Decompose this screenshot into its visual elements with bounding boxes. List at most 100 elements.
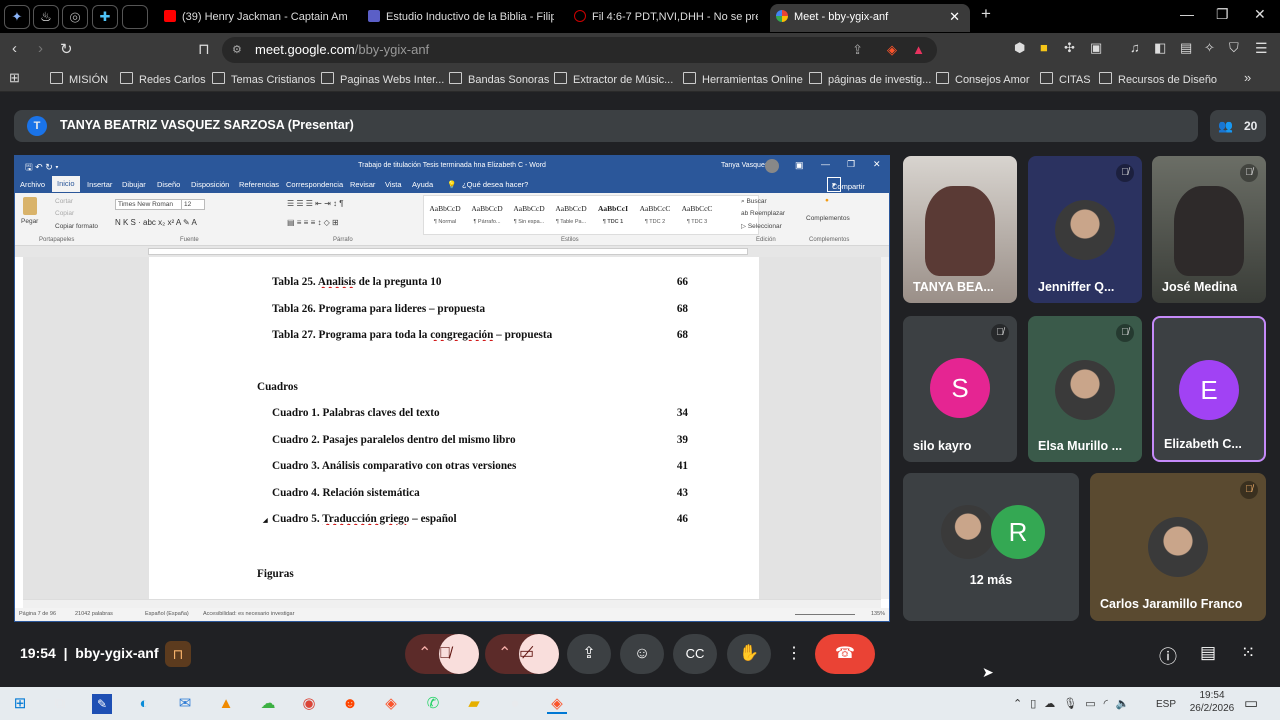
notifications-icon[interactable]: ▭ [1244, 694, 1258, 712]
reactions-button[interactable]: ☺ [620, 634, 664, 674]
participant-tile[interactable]: TANYA BEA... [903, 156, 1017, 303]
pinned-tab[interactable]: ✚ [92, 5, 118, 29]
pinned-tab[interactable]: ✦ [4, 5, 30, 29]
bookmark[interactable]: CITAS [1040, 72, 1091, 86]
close-icon[interactable]: ✕ [1254, 6, 1266, 23]
present-button[interactable]: ⇪ [567, 634, 611, 674]
participant-tile[interactable]: E Elizabeth C... [1152, 316, 1266, 462]
tell-me-input[interactable]: ¿Qué desea hacer? [462, 180, 528, 189]
bookmark[interactable]: Redes Carlos [120, 72, 206, 86]
task-view-icon[interactable]: ⧉ [50, 694, 70, 714]
participant-tile[interactable]: Jenniffer Q... 🎙̸ [1028, 156, 1142, 303]
cut-button[interactable]: Cortar [55, 198, 73, 205]
zoom-slider[interactable] [795, 614, 855, 615]
edge-icon[interactable]: ◐ [134, 694, 154, 714]
bookmark[interactable]: Recursos de Diseño [1099, 72, 1217, 86]
whatsapp-icon[interactable]: ✆ [423, 694, 443, 714]
accessibility-status[interactable]: Accesibilidad: es necesario investigar [203, 611, 294, 617]
toc-entry[interactable]: Cuadro 1. Palabras claves del texto 34 [272, 407, 688, 419]
brave-icon[interactable]: ◈ [381, 694, 401, 714]
tab[interactable]: Estudio Inductivo de la Biblia - Filiper [362, 4, 554, 32]
maximize-icon[interactable]: ❐ [847, 159, 855, 170]
menu-revisar[interactable]: Revisar [350, 180, 375, 189]
menu-diseno[interactable]: Diseño [157, 180, 180, 189]
vpn-icon[interactable]: ⛉ [1229, 40, 1239, 56]
toc-entry[interactable]: Cuadro 3. Análisis comparativo con otras… [272, 460, 688, 472]
collapse-icon[interactable]: ◢ [263, 517, 268, 524]
url-input[interactable]: ⚙ meet.google.com/bby-ygix-anf ⇪ ◈ ▲ [222, 37, 937, 63]
addins-button[interactable]: Complementos [806, 215, 850, 222]
menu-ayuda[interactable]: Ayuda [412, 180, 433, 189]
menu-archivo[interactable]: Archivo [20, 180, 45, 189]
bookmark[interactable]: Consejos Amor [936, 72, 1030, 86]
brave-icon[interactable]: ◈ [547, 694, 567, 714]
site-info-icon[interactable]: ⚙ [232, 37, 242, 63]
paste-icon[interactable] [23, 197, 37, 215]
bookmark[interactable]: Paginas Webs Inter... [321, 72, 444, 86]
activities-icon[interactable]: ⁙ [1241, 643, 1255, 663]
select-button[interactable]: ▷ Seleccionar [741, 222, 782, 230]
host-controls-icon[interactable]: ⊓ [165, 641, 191, 667]
ribbon-options-icon[interactable]: ▣ [795, 160, 804, 171]
style-item[interactable]: AaBbCcI ¶ TDC 1 [594, 204, 632, 225]
more-bookmarks-icon[interactable]: » [1244, 70, 1251, 85]
forward-icon[interactable]: › [38, 40, 43, 57]
close-tab-icon[interactable]: ✕ [949, 4, 960, 30]
pinned-tab[interactable]: ♨ [33, 5, 59, 29]
back-icon[interactable]: ‹ [12, 40, 17, 57]
horizontal-scrollbar[interactable] [23, 599, 881, 608]
menu-dibujar[interactable]: Dibujar [122, 180, 146, 189]
bookmark[interactable]: Herramientas Online [683, 72, 803, 86]
leo-icon[interactable]: ✧ [1204, 40, 1215, 56]
toc-entry[interactable]: Tabla 26. Programa para lideres – propue… [272, 302, 688, 315]
bookmark[interactable]: Bandas Sonoras [449, 72, 549, 86]
vlc-icon[interactable]: ▲ [216, 694, 236, 714]
menu-correspondencia[interactable]: Correspondencia [286, 180, 343, 189]
menu-inicio[interactable]: Inicio [52, 176, 80, 192]
system-tray-icons[interactable]: ⌃▯☁🎙▭◜🔈 [1013, 697, 1138, 710]
toc-entry[interactable]: Tabla 25. Analisis de la pregunta 10 66 [272, 276, 688, 288]
style-item[interactable]: AaBbCcD ¶ Párrafo... [468, 204, 506, 225]
toc-entry[interactable]: Cuadro 2. Pasajes paralelos dentro del m… [272, 433, 688, 446]
reload-icon[interactable]: ↻ [60, 40, 73, 58]
start-icon[interactable]: ⊞ [10, 694, 30, 714]
style-item[interactable]: AaBbCcD ¶ Table Pa... [552, 204, 590, 225]
more-options-button[interactable]: ⋮ [780, 634, 808, 674]
zoom-level[interactable]: 135% [871, 611, 885, 617]
outlook-icon[interactable]: ✉ [175, 694, 195, 714]
find-button[interactable]: ⌕ Buscar [741, 198, 767, 206]
tab[interactable]: (39) Henry Jackman - Captain Americ [158, 4, 348, 32]
style-item[interactable]: AaBbCcC ¶ TDC 3 [678, 204, 716, 225]
minimize-icon[interactable]: — [821, 159, 830, 169]
chrome-icon[interactable]: ◉ [299, 694, 319, 714]
language-indicator[interactable]: ESP [1156, 699, 1176, 710]
bookmark[interactable]: Extractor de Músic... [554, 72, 673, 86]
menu-icon[interactable]: ☰ [1255, 40, 1268, 57]
extension-icon[interactable]: ⬢ [1014, 40, 1025, 56]
new-tab-button[interactable]: + [981, 4, 991, 24]
leave-call-button[interactable]: ☎ [815, 634, 875, 674]
info-icon[interactable]: ⓘ [1159, 643, 1177, 669]
bookmark[interactable]: Temas Cristianos [212, 72, 315, 86]
style-normal[interactable]: AaBbCcD ¶ Normal [426, 204, 464, 225]
participant-tile[interactable]: Carlos Jaramillo Franco 🎙̸ [1090, 473, 1266, 621]
participant-tile[interactable]: R 12 más [903, 473, 1079, 621]
camera-button[interactable]: ⌃ ▭̸ [485, 634, 559, 674]
brave-rewards-icon[interactable]: ▲ [912, 37, 925, 63]
wallet-icon[interactable]: ▤ [1180, 40, 1192, 56]
sidebar-icon[interactable]: ◧ [1154, 40, 1166, 56]
language[interactable]: Español (España) [145, 611, 189, 617]
media-icon[interactable]: ♫ [1130, 40, 1140, 55]
align-buttons[interactable]: ▤ ≡ ≡ ≡ ↕ ◇ ⊞ [287, 218, 339, 227]
share-button[interactable]: Compartir ▾ [827, 177, 865, 192]
list-buttons[interactable]: ☰ ☰ ☰ ⇤ ⇥ ↕ ¶ [287, 199, 344, 208]
paste-button[interactable]: Pegar [21, 218, 38, 225]
menu-vista[interactable]: Vista [385, 180, 402, 189]
menu-insertar[interactable]: Insertar [87, 180, 112, 189]
bookmark-icon[interactable]: ⊓ [198, 40, 210, 58]
font-format-buttons[interactable]: N K S · abc x₂ x² A ✎ A [115, 218, 197, 227]
pinned-tab[interactable]: ◎ [62, 5, 88, 29]
replace-button[interactable]: ab Reemplazar [741, 210, 785, 217]
file-explorer-icon[interactable]: ▰ [464, 694, 484, 714]
chat-icon[interactable]: ▤ [1200, 643, 1216, 663]
